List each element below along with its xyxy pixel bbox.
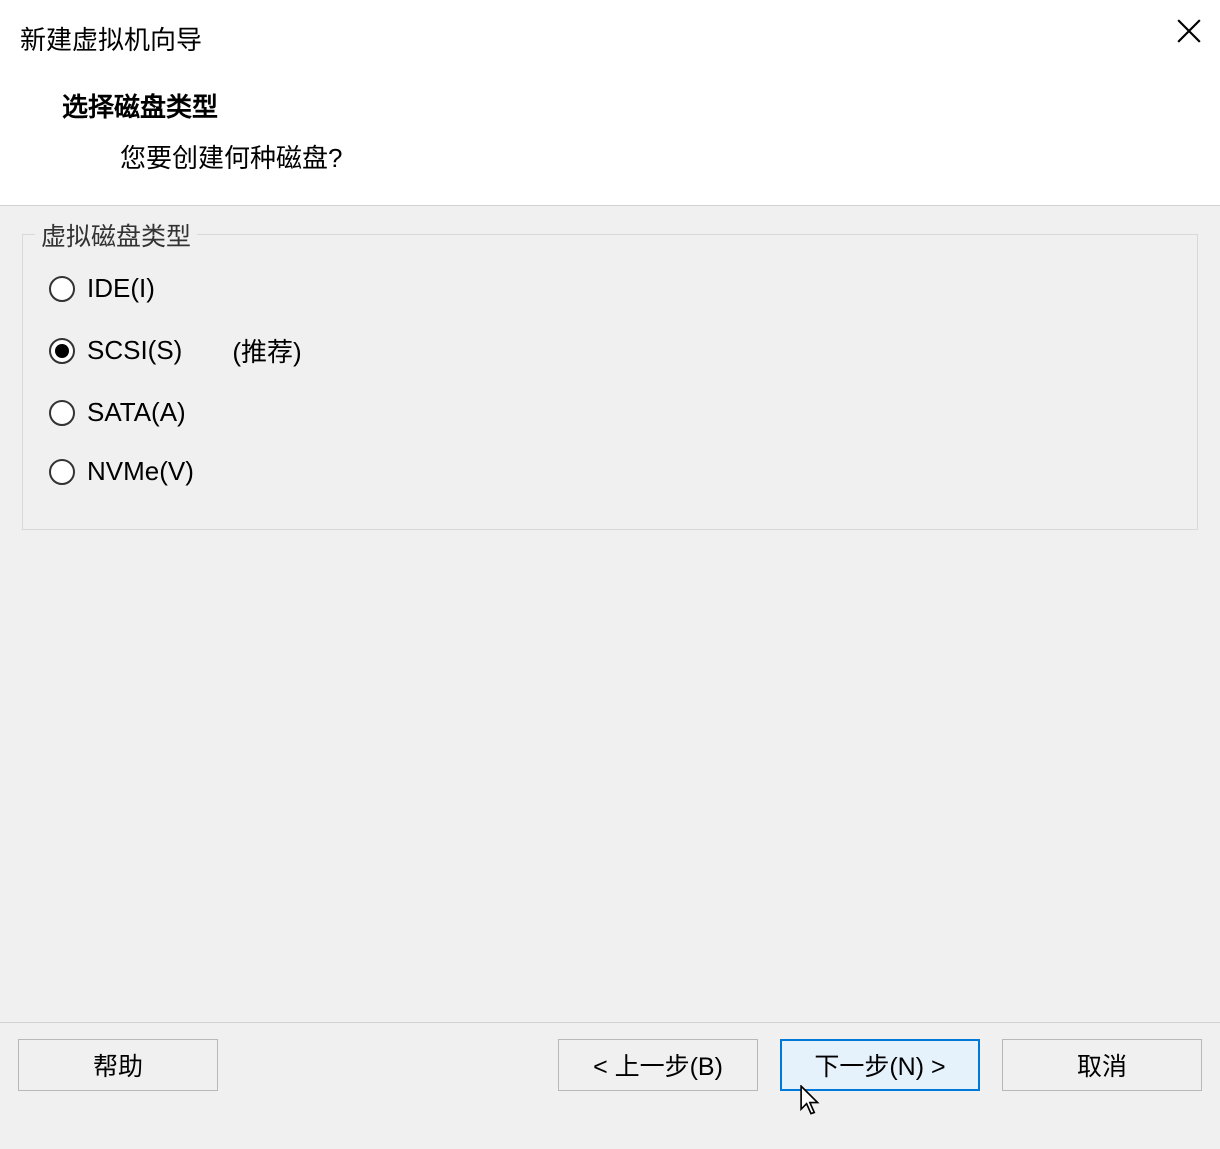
- radio-nvme[interactable]: NVMe(V): [49, 456, 194, 487]
- radio-label-nvme: NVMe(V): [87, 456, 194, 487]
- radio-circle-icon: [49, 400, 75, 426]
- wizard-footer: 帮助 < 上一步(B) 下一步(N) > 取消: [0, 1022, 1220, 1149]
- next-button[interactable]: 下一步(N) >: [780, 1039, 980, 1091]
- disk-type-radio-group: IDE(I) SCSI(S) (推荐) SATA(A) NV: [49, 273, 1171, 487]
- help-button[interactable]: 帮助: [18, 1039, 218, 1091]
- radio-row-nvme: NVMe(V): [49, 456, 1171, 487]
- radio-scsi[interactable]: SCSI(S): [49, 335, 182, 366]
- radio-label-sata: SATA(A): [87, 397, 186, 428]
- radio-row-sata: SATA(A): [49, 397, 1171, 428]
- back-button[interactable]: < 上一步(B): [558, 1039, 758, 1091]
- radio-row-ide: IDE(I): [49, 273, 1171, 304]
- radio-label-ide: IDE(I): [87, 273, 155, 304]
- radio-sata[interactable]: SATA(A): [49, 397, 186, 428]
- radio-circle-icon: [49, 276, 75, 302]
- radio-ide[interactable]: IDE(I): [49, 273, 155, 304]
- window-title: 新建虚拟机向导: [20, 20, 1200, 57]
- radio-label-scsi: SCSI(S): [87, 335, 182, 366]
- radio-note-scsi: (推荐): [232, 332, 301, 369]
- cancel-button[interactable]: 取消: [1002, 1039, 1202, 1091]
- wizard-header: 新建虚拟机向导 选择磁盘类型 您要创建何种磁盘?: [0, 0, 1220, 206]
- section-title: 选择磁盘类型: [62, 87, 1200, 124]
- radio-circle-icon: [49, 338, 75, 364]
- radio-circle-icon: [49, 459, 75, 485]
- radio-row-scsi: SCSI(S) (推荐): [49, 332, 1171, 369]
- disk-type-fieldset: 虚拟磁盘类型 IDE(I) SCSI(S) (推荐) SATA(A): [22, 234, 1198, 530]
- fieldset-legend: 虚拟磁盘类型: [35, 217, 197, 253]
- section-subtitle: 您要创建何种磁盘?: [120, 138, 1200, 175]
- close-icon[interactable]: [1176, 18, 1202, 44]
- wizard-content: 虚拟磁盘类型 IDE(I) SCSI(S) (推荐) SATA(A): [0, 206, 1220, 558]
